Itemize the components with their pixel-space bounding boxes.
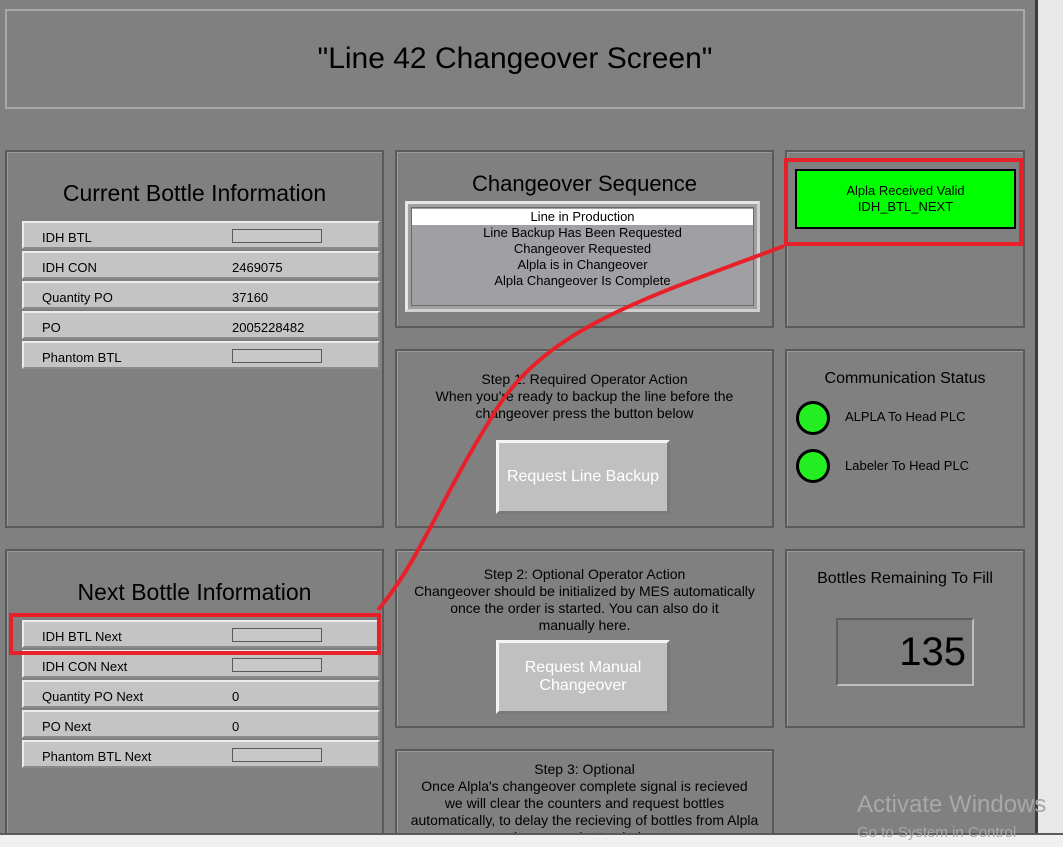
- activation-watermark: Activate Windows: [857, 791, 1047, 818]
- annotation-arrow-line: [376, 244, 785, 612]
- annotation-connector: [376, 244, 785, 612]
- activation-watermark-sub: Go to System in Control: [857, 824, 1017, 841]
